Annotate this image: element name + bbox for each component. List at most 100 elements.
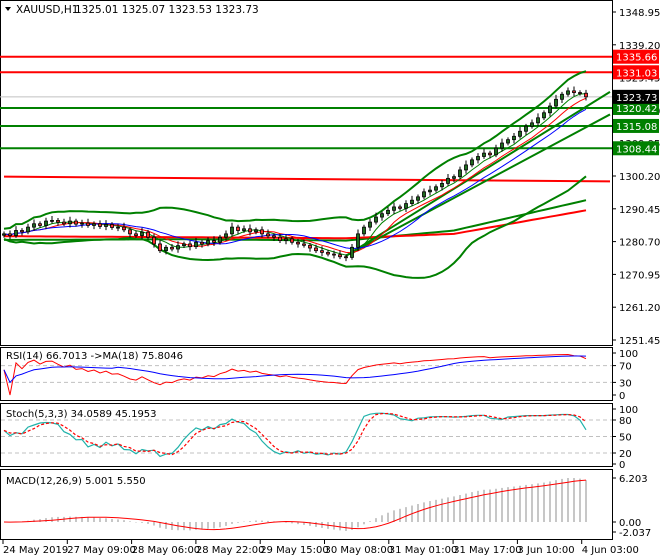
candle-body xyxy=(230,226,234,235)
candle-body xyxy=(386,209,390,215)
candle-body xyxy=(116,226,120,229)
candle-body xyxy=(236,226,240,231)
time-axis-label: 28 May 06:00 xyxy=(132,545,201,556)
candle-body xyxy=(32,223,36,228)
candle-body xyxy=(314,247,318,252)
candle-body xyxy=(512,135,516,141)
candle-body xyxy=(296,241,300,245)
symbol-label: XAUUSD,H1 xyxy=(16,4,78,16)
candle-body xyxy=(122,226,126,231)
rsi-axis-label: 0 xyxy=(619,391,625,402)
candle-body xyxy=(260,229,264,235)
candle-body xyxy=(578,92,582,94)
candle-body xyxy=(422,191,426,198)
candle-body xyxy=(440,183,444,188)
candle-body xyxy=(320,250,324,253)
price-level-label: 1315.08 xyxy=(616,122,657,133)
candle-body xyxy=(50,220,54,222)
candle-body xyxy=(500,142,504,149)
candle-body xyxy=(56,220,60,223)
candle-body xyxy=(284,238,288,241)
time-axis-label: 29 May 15:00 xyxy=(260,545,329,556)
candle-body xyxy=(134,233,138,236)
candle-body xyxy=(410,199,414,204)
candle-body xyxy=(368,221,372,228)
candle-body xyxy=(488,152,492,156)
candle-body xyxy=(146,231,150,238)
candle-body xyxy=(524,125,528,132)
candle-body xyxy=(26,226,30,233)
rsi-axis-label: 70 xyxy=(619,362,632,373)
candle-body xyxy=(176,245,180,250)
candle-body xyxy=(20,230,24,233)
candle-body xyxy=(542,112,546,119)
candle-body xyxy=(110,224,114,228)
candle-body xyxy=(206,240,210,245)
candle-body xyxy=(434,186,438,191)
candle-body xyxy=(302,243,306,246)
stoch-label: Stoch(5,3,3) 34.0589 45.1953 xyxy=(6,409,157,420)
candle-body xyxy=(560,93,564,100)
price-level-label: 1323.73 xyxy=(616,93,657,104)
candle-body xyxy=(548,105,552,114)
candle-body xyxy=(2,233,6,236)
macd-axis-label: 6.203 xyxy=(619,474,648,485)
stoch-axis-label: 20 xyxy=(619,449,632,460)
candle-body xyxy=(482,152,486,157)
candle-body xyxy=(350,246,354,258)
price-tick-label: 1280.70 xyxy=(619,238,660,249)
candle-body xyxy=(428,189,432,193)
candle-body xyxy=(476,156,480,161)
candle-body xyxy=(170,246,174,250)
candle-body xyxy=(254,229,258,233)
price-level-label: 1308.44 xyxy=(616,144,657,155)
candle-body xyxy=(566,90,570,95)
candle-body xyxy=(164,246,168,252)
rsi-axis-label: 100 xyxy=(619,349,638,360)
candle-body xyxy=(128,229,132,235)
price-tick-label: 1290.45 xyxy=(619,205,660,216)
candle-body xyxy=(446,177,450,184)
stoch-axis-label: 80 xyxy=(619,416,632,427)
trading-chart[interactable]: 1348.951339.201329.451319.701309.951300.… xyxy=(0,0,660,560)
price-level-label: 1320.42 xyxy=(616,104,657,115)
candle-body xyxy=(242,228,246,231)
stoch-axis-label: 100 xyxy=(619,405,638,416)
stoch-axis-label: 50 xyxy=(619,433,632,444)
macd-axis-label: -2.037 xyxy=(619,528,651,539)
time-axis-label: 27 May 09:00 xyxy=(67,545,136,556)
price-level-label: 1335.66 xyxy=(616,53,657,64)
candle-body xyxy=(8,233,12,236)
candle-body xyxy=(416,196,420,201)
time-axis-label: 4 Jun 03:00 xyxy=(582,545,639,556)
candle-body xyxy=(14,230,18,236)
candle-body xyxy=(584,92,588,98)
candle-body xyxy=(80,222,84,225)
candle-body xyxy=(554,98,558,107)
macd-label: MACD(12,26,9) 5.001 5.550 xyxy=(6,476,146,487)
candle-body xyxy=(530,122,534,127)
candle-body xyxy=(140,231,144,236)
ohlc-label: 1325.01 1325.07 1323.53 1323.73 xyxy=(75,4,259,16)
price-tick-label: 1251.45 xyxy=(619,336,660,347)
candle-body xyxy=(98,223,102,227)
candle-body xyxy=(308,244,312,249)
candle-body xyxy=(458,169,462,178)
rsi-label: RSI(14) 66.7013 ->MA(18) 75.8046 xyxy=(6,351,183,362)
time-axis-label: 24 May 2019 xyxy=(3,545,68,556)
stoch-axis-label: 0 xyxy=(619,460,625,471)
candle-body xyxy=(470,159,474,166)
candle-body xyxy=(272,235,276,238)
time-axis-label: 30 May 08:00 xyxy=(325,545,394,556)
candle-body xyxy=(188,243,192,248)
candle-body xyxy=(248,228,252,233)
candle-body xyxy=(158,243,162,252)
candle-body xyxy=(362,226,366,235)
candle-body xyxy=(86,222,90,226)
time-axis-label: 31 May 01:00 xyxy=(389,545,458,556)
candle-body xyxy=(380,213,384,218)
time-axis-label: 28 May 22:00 xyxy=(196,545,265,556)
candle-body xyxy=(38,223,42,226)
candle-body xyxy=(74,220,78,225)
candle-body xyxy=(44,220,48,226)
